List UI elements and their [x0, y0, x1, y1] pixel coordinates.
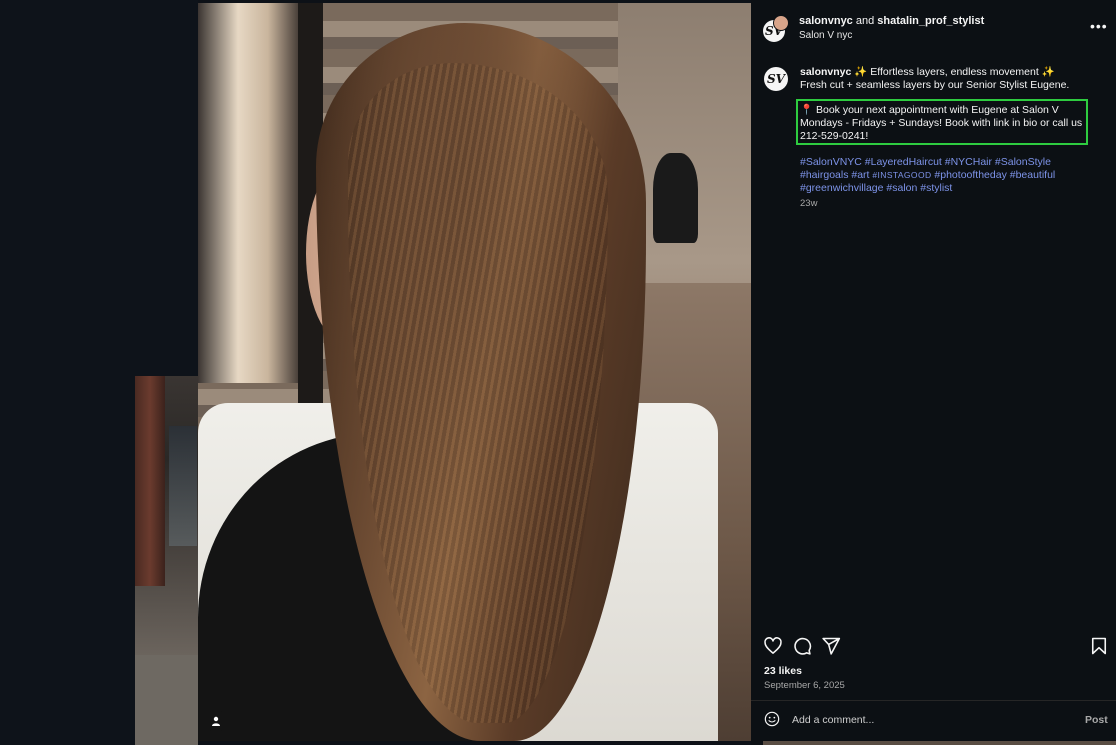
image-mirror — [198, 3, 298, 383]
bookmark-icon[interactable] — [1089, 636, 1109, 656]
caption-booking: 📍 Book your next appointment with Eugene… — [800, 104, 1083, 142]
action-bar — [751, 630, 1116, 660]
previous-post-preview[interactable] — [135, 376, 198, 655]
post-date: September 6, 2025 — [764, 680, 845, 691]
preview-door — [135, 376, 165, 586]
coauthor-avatar[interactable] — [773, 15, 789, 31]
preview-window — [169, 426, 197, 546]
post-comment-button[interactable]: Post — [1085, 714, 1108, 726]
location-link[interactable]: Salon V nyc — [799, 30, 852, 41]
caption-line-2: Fresh cut + seamless layers by our Senio… — [800, 79, 1070, 91]
user-tag-glyph — [212, 716, 220, 726]
share-icon[interactable] — [821, 636, 841, 656]
comment-icon[interactable] — [792, 636, 812, 656]
hashtag-instagood[interactable]: #instagood — [872, 170, 931, 180]
post-authors: salonvnyc and shatalin_prof_stylist — [799, 15, 984, 27]
next-content-strip — [763, 741, 1116, 745]
backdrop — [0, 0, 135, 745]
caption-avatar-letters: SV — [767, 72, 785, 86]
caption-line-1: ✨ Effortless layers, endless movement ✨ — [854, 66, 1055, 78]
divider — [751, 700, 1116, 701]
author-link[interactable]: salonvnyc — [799, 15, 853, 27]
coauthor-link[interactable]: shatalin_prof_stylist — [877, 15, 984, 27]
user-tag-icon[interactable] — [205, 710, 227, 732]
comment-input[interactable] — [792, 711, 1062, 729]
caption-avatar[interactable]: SV — [764, 67, 788, 91]
emoji-icon[interactable] — [764, 711, 780, 727]
heart-icon[interactable] — [763, 636, 783, 656]
authors-joiner: and — [855, 15, 875, 27]
post-time-ago: 23w — [800, 198, 818, 209]
caption-hashtags[interactable]: #SalonVNYC #LayeredHaircut #NYCHair #Sal… — [800, 156, 1100, 195]
caption: salonvnyc ✨ Effortless layers, endless m… — [800, 66, 1100, 92]
post-image[interactable] — [198, 3, 751, 741]
caption-username[interactable]: salonvnyc — [800, 66, 851, 78]
image-background-person — [653, 153, 698, 243]
preview-floor — [135, 655, 198, 745]
likes-count[interactable]: 23 likes — [764, 665, 802, 677]
more-options-icon[interactable]: ••• — [1090, 18, 1108, 34]
